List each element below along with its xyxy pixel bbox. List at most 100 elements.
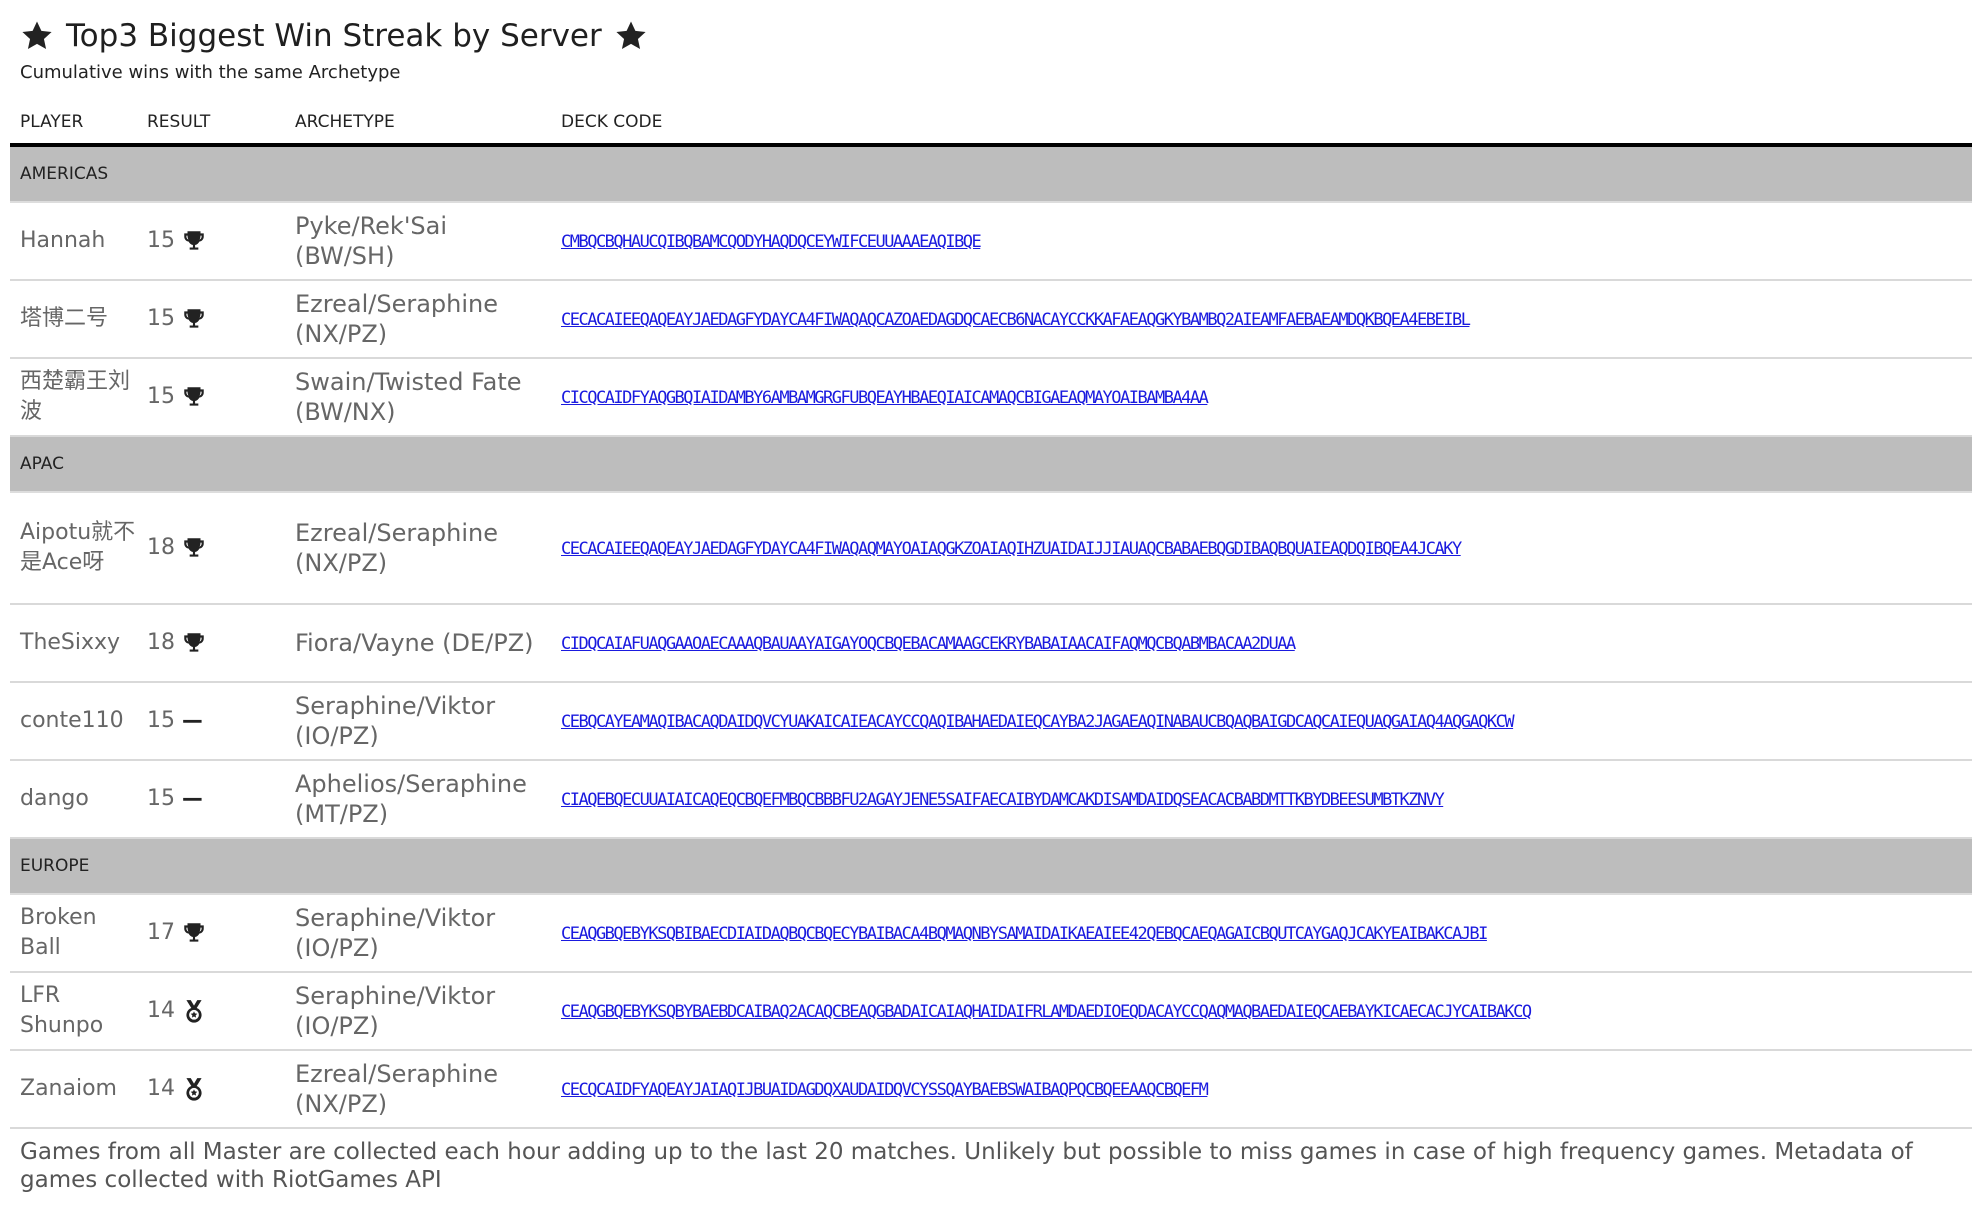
- result-cell: 15: [137, 358, 285, 437]
- table-row: TheSixxy 18 Fiora/Vayne (DE/PZ) CIDQCAIAFUA…: [10, 604, 1972, 683]
- table-row: LFR Shunpo 14 Seraphine/Viktor (IO/PZ) CEAQ…: [10, 972, 1972, 1051]
- table-row: 塔博二号 15 Ezreal/Seraphine (NX/PZ) CECACAIEEQ…: [10, 280, 1972, 359]
- table-row: Broken Ball 17 Seraphine/Viktor (IO/PZ) CEA…: [10, 894, 1972, 973]
- dash-icon: [183, 719, 202, 723]
- player-name: Hannah: [10, 202, 137, 281]
- deck-code-cell: CEBQCAYEAMAQIBACAQDAIDQVCYUAKAICAIEACAYC…: [551, 682, 1972, 761]
- result-value: 17: [147, 920, 175, 945]
- table-row: 西楚霸王刘波 15 Swain/Twisted Fate (BW/NX) CICQCA…: [10, 358, 1972, 437]
- table-row: conte110 15 Seraphine/Viktor (IO/PZ) CEBQCA…: [10, 682, 1972, 761]
- result-value: 15: [147, 708, 175, 733]
- subtitle: Cumulative wins with the same Archetype: [20, 62, 401, 83]
- archetype-name: Seraphine/Viktor (IO/PZ): [285, 682, 551, 761]
- result-value: 18: [147, 535, 175, 560]
- deck-code-cell: CECACAIEEQAQEAYJAEDAGFYDAYCA4FIWAQAQMAYO…: [551, 492, 1972, 605]
- archetype-name: Ezreal/Seraphine (NX/PZ): [285, 492, 551, 605]
- table-header-row: PLAYER RESULT ARCHETYPE DECK CODE: [10, 100, 1972, 147]
- player-name: 塔博二号: [10, 280, 137, 359]
- result-cell: 15: [137, 202, 285, 281]
- deck-code-link[interactable]: CIDQCAIAFUAQGAAOAECAAAQBAUAAYAIGAYOQCBQE…: [561, 634, 1296, 654]
- column-header-player: PLAYER: [10, 100, 137, 147]
- player-name: Broken Ball: [10, 894, 137, 973]
- player-name: Aipotu就不是Ace呀: [10, 492, 137, 605]
- deck-code-link[interactable]: CECQCAIDFYAQEAYJAIAQIJBUAIDAGDQXAUDAIDQV…: [561, 1080, 1209, 1100]
- page: Top3 Biggest Win Streak by Server Cumula…: [0, 0, 1972, 1214]
- deck-code-link[interactable]: CEBQCAYEAMAQIBACAQDAIDQVCYUAKAICAIEACAYC…: [561, 712, 1515, 732]
- server-group-row: EUROPE: [10, 838, 1972, 895]
- deck-code-cell: CEAQGBQEBYKSQBIBAECDIAIDAQBQCBQECYBAIBAC…: [551, 894, 1972, 973]
- player-name: Zanaiom: [10, 1050, 137, 1129]
- player-name: TheSixxy: [10, 604, 137, 683]
- dash-icon: [183, 797, 202, 801]
- result-cell: 15: [137, 682, 285, 761]
- result-value: 14: [147, 998, 175, 1023]
- deck-code-link[interactable]: CICQCAIDFYAQGBQIAIDAMBY6AMBAMGRGFUBQEAYH…: [561, 388, 1209, 408]
- result-cell: 14: [137, 1050, 285, 1129]
- trophy-icon: [184, 633, 204, 652]
- deck-code-cell: CMBQCBQHAUCQIBQBAMCQODYHAQDQCEYWIFCEUUAA…: [551, 202, 1972, 281]
- table-body: AMERICAS Hannah 15 Pyke/Rek'Sai (BW/SH) CMBQ…: [10, 145, 1972, 1129]
- column-header-deck-code: DECK CODE: [551, 100, 1972, 147]
- footer-note: Games from all Master are collected each…: [20, 1139, 1913, 1193]
- deck-code-link[interactable]: CMBQCBQHAUCQIBQBAMCQODYHAQDQCEYWIFCEUUAA…: [561, 232, 982, 252]
- archetype-name: Swain/Twisted Fate (BW/NX): [285, 358, 551, 437]
- result-cell: 14: [137, 972, 285, 1051]
- deck-code-cell: CECQCAIDFYAQEAYJAIAQIJBUAIDAGDQXAUDAIDQV…: [551, 1050, 1972, 1129]
- player-name: conte110: [10, 682, 137, 761]
- table-row: dango 15 Aphelios/Seraphine (MT/PZ) CIAQEBQ…: [10, 760, 1972, 839]
- medal-icon: [186, 1000, 202, 1023]
- trophy-icon: [184, 231, 204, 250]
- server-group-label: APAC: [10, 436, 1972, 493]
- star-icon: [22, 21, 52, 50]
- result-value: 15: [147, 228, 175, 253]
- deck-code-cell: CICQCAIDFYAQGBQIAIDAMBY6AMBAMGRGFUBQEAYH…: [551, 358, 1972, 437]
- result-value: 14: [147, 1076, 175, 1101]
- trophy-icon: [184, 538, 204, 557]
- server-group-label: EUROPE: [10, 838, 1972, 895]
- deck-code-cell: CIAQEBQECUUAIAICAQEQCBQEFMBQCBBBFU2AGAYJ…: [551, 760, 1972, 839]
- result-cell: 17: [137, 894, 285, 973]
- result-cell: 15: [137, 280, 285, 359]
- archetype-name: Pyke/Rek'Sai (BW/SH): [285, 202, 551, 281]
- table-row: Hannah 15 Pyke/Rek'Sai (BW/SH) CMBQCBQHAUCQ…: [10, 202, 1972, 281]
- deck-code-cell: CECACAIEEQAQEAYJAEDAGFYDAYCA4FIWAQAQCAZO…: [551, 280, 1972, 359]
- result-cell: 15: [137, 760, 285, 839]
- deck-code-link[interactable]: CIAQEBQECUUAIAICAQEQCBQEFMBQCBBBFU2AGAYJ…: [561, 790, 1445, 810]
- result-cell: 18: [137, 604, 285, 683]
- page-title: Top3 Biggest Win Streak by Server: [66, 18, 602, 54]
- deck-code-link[interactable]: CEAQGBQEBYKSQBIBAECDIAIDAQBQCBQECYBAIBAC…: [561, 924, 1488, 944]
- server-group-row: APAC: [10, 436, 1972, 493]
- player-name: dango: [10, 760, 137, 839]
- archetype-name: Seraphine/Viktor (IO/PZ): [285, 894, 551, 973]
- table-row: Zanaiom 14 Ezreal/Seraphine (NX/PZ) CECQCAI…: [10, 1050, 1972, 1129]
- deck-code-cell: CEAQGBQEBYKSQBYBAEBDCAIBAQ2ACAQCBEAQGBAD…: [551, 972, 1972, 1051]
- player-name: LFR Shunpo: [10, 972, 137, 1051]
- server-group-label: AMERICAS: [10, 145, 1972, 203]
- trophy-icon: [184, 387, 204, 406]
- deck-code-link[interactable]: CECACAIEEQAQEAYJAEDAGFYDAYCA4FIWAQAQMAYO…: [561, 539, 1462, 559]
- deck-code-link[interactable]: CEAQGBQEBYKSQBYBAEBDCAIBAQ2ACAQCBEAQGBAD…: [561, 1002, 1532, 1022]
- deck-code-cell: CIDQCAIAFUAQGAAOAECAAAQBAUAAYAIGAYOQCBQE…: [551, 604, 1972, 683]
- result-value: 18: [147, 630, 175, 655]
- trophy-icon: [184, 923, 204, 942]
- archetype-name: Ezreal/Seraphine (NX/PZ): [285, 280, 551, 359]
- result-value: 15: [147, 384, 175, 409]
- medal-icon: [186, 1078, 202, 1101]
- column-header-result: RESULT: [137, 100, 285, 147]
- deck-code-link[interactable]: CECACAIEEQAQEAYJAEDAGFYDAYCA4FIWAQAQCAZO…: [561, 310, 1471, 330]
- player-name: 西楚霸王刘波: [10, 358, 137, 437]
- archetype-name: Seraphine/Viktor (IO/PZ): [285, 972, 551, 1051]
- title-row: Top3 Biggest Win Streak by Server: [20, 14, 648, 58]
- trophy-icon: [184, 309, 204, 328]
- archetype-name: Aphelios/Seraphine (MT/PZ): [285, 760, 551, 839]
- server-group-row: AMERICAS: [10, 145, 1972, 203]
- archetype-name: Ezreal/Seraphine (NX/PZ): [285, 1050, 551, 1129]
- result-cell: 18: [137, 492, 285, 605]
- column-header-archetype: ARCHETYPE: [285, 100, 551, 147]
- archetype-name: Fiora/Vayne (DE/PZ): [285, 604, 551, 683]
- win-streak-table: PLAYER RESULT ARCHETYPE DECK CODE AMERIC…: [10, 100, 1972, 1129]
- result-value: 15: [147, 306, 175, 331]
- star-icon: [616, 21, 646, 50]
- result-value: 15: [147, 786, 175, 811]
- table-row: Aipotu就不是Ace呀 18 Ezreal/Seraphine (NX/PZ) C…: [10, 492, 1972, 605]
